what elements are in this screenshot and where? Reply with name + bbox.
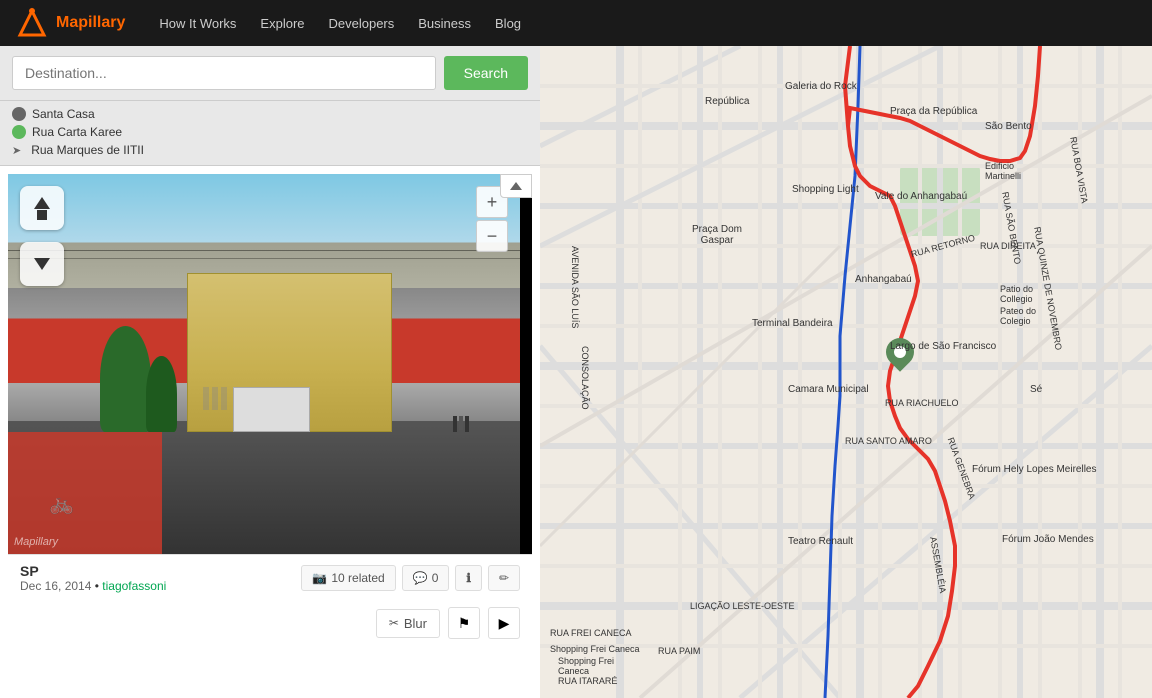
collapse-button[interactable] xyxy=(500,174,532,198)
photo-people xyxy=(453,416,469,432)
comment-icon: 💬 xyxy=(413,571,428,585)
photo-bus xyxy=(233,387,310,433)
related-button[interactable]: 📷 10 related xyxy=(301,565,395,591)
search-row: Search xyxy=(12,56,528,90)
photo-bike-icon: 🚲 xyxy=(49,491,74,516)
location-marker[interactable] xyxy=(886,338,914,366)
photo-powerlines xyxy=(8,250,520,251)
map-svg xyxy=(540,46,1152,698)
zoom-out-button[interactable]: − xyxy=(476,220,508,252)
photo-trees xyxy=(100,326,151,432)
related-count: 10 related xyxy=(331,571,384,585)
photo-actions: 📷 10 related 💬 0 ℹ ✏ xyxy=(301,565,520,591)
route-item-2: Rua Carta Karee xyxy=(12,123,528,141)
search-area: Search xyxy=(0,46,540,101)
info-icon: ℹ xyxy=(466,571,471,585)
nav-explore[interactable]: Explore xyxy=(250,12,314,35)
route-label-1: Santa Casa xyxy=(32,107,95,121)
search-input[interactable] xyxy=(12,56,436,90)
photo-powerlines-2 xyxy=(8,258,520,259)
comments-count: 0 xyxy=(432,571,439,585)
logo[interactable]: Mapillary xyxy=(16,7,125,39)
arrow-base xyxy=(37,210,47,220)
nav-developers[interactable]: Developers xyxy=(319,12,405,35)
comments-button[interactable]: 💬 0 xyxy=(402,565,450,591)
route-item-3: ➤ Rua Marques de IITII xyxy=(12,141,528,159)
blur-label: Blur xyxy=(404,616,427,631)
sidebar: Search Santa Casa Rua Carta Karee ➤ Rua … xyxy=(0,46,540,698)
photo-date-author: Dec 16, 2014 • tiagofassoni xyxy=(20,579,166,593)
photo-watermark: Mapillary xyxy=(14,536,58,548)
route-label-2: Rua Carta Karee xyxy=(32,125,122,139)
photo-action-row: ✂ Blur ⚑ ▶ xyxy=(8,601,532,649)
logo-text: Mapillary xyxy=(56,14,125,32)
edit-icon: ✏ xyxy=(499,571,509,585)
collapse-arrow-icon xyxy=(510,182,522,190)
blur-icon: ✂ xyxy=(389,616,399,630)
search-button[interactable]: Search xyxy=(444,56,528,90)
route-icon-2 xyxy=(12,125,26,139)
photo-meta: SP Dec 16, 2014 • tiagofassoni xyxy=(20,563,166,593)
photo-toolbar: SP Dec 16, 2014 • tiagofassoni 📷 10 rela… xyxy=(8,554,532,601)
map-background: República Galeria do Rock Praça da Repúb… xyxy=(540,46,1152,698)
marker-inner xyxy=(894,346,906,358)
map-container[interactable]: República Galeria do Rock Praça da Repúb… xyxy=(540,46,1152,698)
route-label-3: Rua Marques de IITII xyxy=(31,143,144,157)
flag-button[interactable]: ⚑ xyxy=(448,607,480,639)
camera-icon: 📷 xyxy=(312,571,327,585)
edit-button[interactable]: ✏ xyxy=(488,565,520,591)
main-nav: Mapillary How It Works Explore Developer… xyxy=(0,0,1152,46)
photo-trees-2 xyxy=(146,356,177,432)
photo-author[interactable]: tiagofassoni xyxy=(102,579,166,593)
nav-arrow-up[interactable] xyxy=(20,186,64,230)
photo-panel: 🚲 + − Mapillary xyxy=(8,174,532,649)
down-arrow-icon xyxy=(34,258,50,270)
photo-location: SP xyxy=(20,563,166,579)
route-icon-1 xyxy=(12,107,26,121)
route-items: Santa Casa Rua Carta Karee ➤ Rua Marques… xyxy=(0,101,540,166)
mapillary-logo-icon xyxy=(16,7,48,39)
photo-date: Dec 16, 2014 xyxy=(20,579,91,593)
nav-arrow-down[interactable] xyxy=(20,242,64,286)
photo-container: 🚲 + − Mapillary xyxy=(8,174,520,554)
nav-links: How It Works Explore Developers Business… xyxy=(149,12,531,35)
nav-blog[interactable]: Blog xyxy=(485,12,531,35)
nav-how-it-works[interactable]: How It Works xyxy=(149,12,246,35)
nav-business[interactable]: Business xyxy=(408,12,481,35)
marker-body xyxy=(880,332,920,372)
flag-icon: ⚑ xyxy=(458,615,471,632)
info-button[interactable]: ℹ xyxy=(455,565,482,591)
play-icon: ▶ xyxy=(499,615,510,632)
blur-button[interactable]: ✂ Blur xyxy=(376,609,440,638)
play-button[interactable]: ▶ xyxy=(488,607,520,639)
up-arrow-icon xyxy=(34,197,50,209)
route-item-1: Santa Casa xyxy=(12,105,528,123)
route-arrow-icon: ➤ xyxy=(12,144,21,157)
